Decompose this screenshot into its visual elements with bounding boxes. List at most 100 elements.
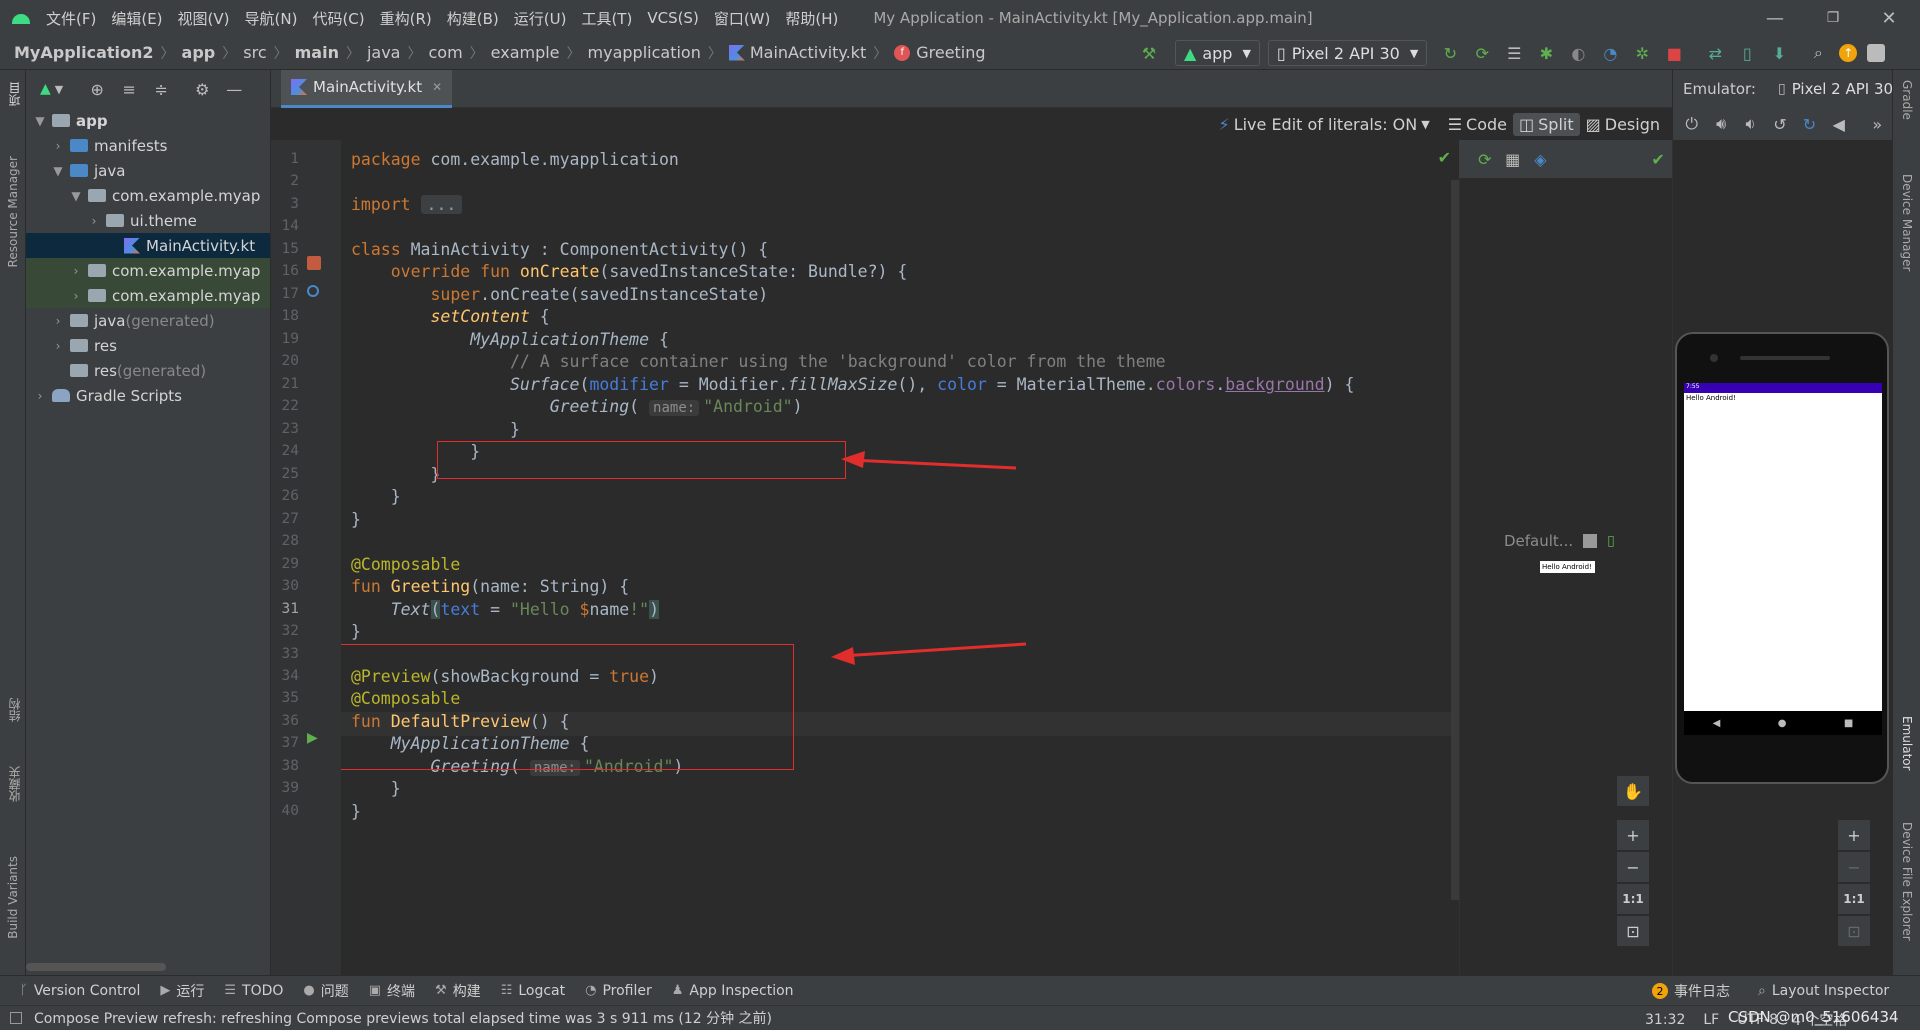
breadcrumb-project[interactable]: MyApplication2 (14, 43, 154, 62)
bottom-tool-tab[interactable]: ☰ TODO (224, 983, 283, 999)
tree-item[interactable]: ▼ app (26, 108, 270, 133)
menu-item[interactable]: 窗口(W) (714, 8, 771, 29)
bottom-tool-tab[interactable]: ◔ Profiler (585, 983, 652, 999)
emulator-zoom-actual-button[interactable]: 1:1 (1838, 884, 1870, 914)
emulator-screen[interactable]: Hello Android! (1684, 383, 1882, 711)
bottom-tool-tab[interactable]: ▣ 终端 (369, 981, 415, 1001)
run-list-icon[interactable]: ☰ (1503, 42, 1525, 64)
device-select[interactable]: ▯ Pixel 2 API 30 ▼ (1267, 40, 1428, 66)
horizontal-scrollbar[interactable] (26, 963, 166, 971)
chevron-right-icon[interactable]: › (50, 314, 66, 328)
tree-item[interactable]: › com.example.myap (26, 258, 270, 283)
menu-item[interactable]: 构建(B) (447, 8, 499, 29)
code-view-button[interactable]: ☰ Code (1448, 115, 1507, 134)
vertical-scrollbar[interactable] (1451, 180, 1459, 900)
sync-gradle-icon[interactable]: ⇄ (1704, 42, 1726, 64)
close-window-button[interactable]: ✕ (1866, 0, 1912, 36)
chevron-right-icon[interactable]: › (68, 289, 84, 303)
avatar[interactable] (1867, 44, 1886, 62)
tab-mainactivity[interactable]: MainActivity.kt ✕ (281, 69, 453, 108)
bottom-tool-tab[interactable]: ᚴ Version Control (20, 983, 140, 999)
power-icon[interactable]: ⏻ (1682, 113, 1701, 135)
coverage-icon[interactable]: ◐ (1567, 42, 1589, 64)
override-gutter-icon[interactable] (307, 285, 319, 297)
tree-item[interactable]: MainActivity.kt (26, 233, 270, 258)
refresh-icon[interactable]: ⟳ (1476, 148, 1494, 170)
nav-recents-icon[interactable]: ■ (1844, 718, 1853, 729)
breadcrumb-function[interactable]: Greeting (916, 43, 985, 62)
live-edit-toggle[interactable]: ⚡ Live Edit of literals: ON ▼ (1218, 115, 1429, 134)
bottom-tool-tab[interactable]: ☷ Logcat (501, 983, 565, 999)
locate-icon[interactable]: ⊕ (86, 78, 108, 100)
deploy-preview-icon[interactable]: ▯ (1607, 533, 1615, 549)
chevron-right-icon[interactable]: › (50, 139, 66, 153)
preview-render[interactable]: Hello Android! (1540, 561, 1595, 573)
device-manager-icon[interactable]: ▯ (1736, 42, 1758, 64)
apply-code-changes-icon[interactable]: ⟳ (1471, 42, 1493, 64)
emulator-zoom-out-button[interactable]: − (1838, 852, 1870, 882)
menu-item[interactable]: 重构(R) (380, 8, 432, 29)
device-manager-tab[interactable]: Device Manager (1900, 174, 1914, 271)
breadcrumb-example[interactable]: example (491, 43, 560, 62)
attach-debugger-icon[interactable]: ✲ (1631, 42, 1653, 64)
update-icon[interactable]: ↑ (1839, 44, 1858, 62)
tree-item[interactable]: › java (generated) (26, 308, 270, 333)
breadcrumb-src[interactable]: src (243, 43, 266, 62)
breadcrumb-package[interactable]: myapplication (588, 43, 701, 62)
hide-panel-icon[interactable]: — (223, 78, 245, 100)
android-view-icon[interactable]: ▲ (40, 81, 51, 97)
menu-item[interactable]: VCS(S) (647, 9, 698, 27)
device-file-explorer-tab[interactable]: Device File Explorer (1900, 822, 1914, 941)
breadcrumb-java[interactable]: java (367, 43, 401, 62)
stop-icon[interactable]: ■ (1663, 42, 1685, 64)
project-tool-tab[interactable]: 项目 (6, 82, 23, 106)
restore-button[interactable]: ❐ (1810, 0, 1856, 36)
tree-item[interactable]: › manifests (26, 133, 270, 158)
back-icon[interactable]: ◀ (1829, 113, 1848, 135)
menu-item[interactable]: 导航(N) (245, 8, 298, 29)
tree-item[interactable]: res (generated) (26, 358, 270, 383)
bottom-tool-tab[interactable]: ⚒ 构建 (435, 981, 481, 1001)
volume-up-icon[interactable]: 🔊︎ (1711, 113, 1730, 135)
chevron-down-icon[interactable]: ▼ (68, 189, 84, 203)
emulator-tab[interactable]: Emulator (1900, 716, 1914, 771)
tree-item[interactable]: › res (26, 333, 270, 358)
run-gutter-icon[interactable] (307, 256, 321, 270)
more-icon[interactable]: » (1868, 113, 1887, 135)
chevron-down-icon[interactable]: ▼ (55, 83, 63, 96)
preview-item[interactable]: Default... ▯ (1504, 532, 1615, 550)
breadcrumb-module[interactable]: app (182, 43, 216, 62)
breadcrumb-com[interactable]: com (428, 43, 462, 62)
chevron-right-icon[interactable]: › (32, 389, 48, 403)
profiler-icon[interactable]: ◔ (1599, 42, 1621, 64)
minimize-button[interactable]: — (1752, 0, 1798, 36)
bottom-tool-tab[interactable]: ♟ App Inspection (672, 983, 794, 999)
zoom-fit-icon[interactable]: ⊡ (1617, 916, 1649, 946)
debug-icon[interactable]: ✱ (1535, 42, 1557, 64)
cursor-position[interactable]: 31:32 (1645, 1012, 1685, 1028)
chevron-down-icon[interactable]: ▼ (32, 114, 48, 128)
menu-item[interactable]: 代码(C) (312, 8, 364, 29)
breadcrumb-main[interactable]: main (295, 43, 339, 62)
run-config-select[interactable]: ▲ app ▼ (1175, 40, 1260, 66)
menu-item[interactable]: 工具(T) (581, 8, 632, 29)
breadcrumb-file[interactable]: MainActivity.kt (750, 43, 866, 62)
emulator-zoom-fit-icon[interactable]: ⊡ (1838, 916, 1870, 946)
event-log-tab[interactable]: 事件日志 (1674, 981, 1730, 1001)
menu-item[interactable]: 视图(V) (178, 8, 230, 29)
volume-down-icon[interactable]: 🔉︎ (1741, 113, 1760, 135)
toggle-tool-windows-icon[interactable] (10, 1012, 22, 1024)
chevron-right-icon[interactable]: › (86, 214, 102, 228)
rotate-right-icon[interactable]: ↻ (1800, 113, 1819, 135)
tree-item[interactable]: › Gradle Scripts (26, 383, 270, 408)
bottom-tool-tab[interactable]: ● 问题 (303, 981, 348, 1001)
gradle-tab[interactable]: Gradle (1900, 80, 1914, 120)
bottom-tool-tab[interactable]: ▶ 运行 (160, 981, 204, 1001)
collapse-all-icon[interactable]: ≑ (150, 78, 172, 100)
split-view-button[interactable]: ◫ Split (1513, 112, 1580, 136)
nav-home-icon[interactable]: ● (1778, 718, 1787, 729)
layers-icon[interactable]: ◈ (1532, 148, 1550, 170)
status-message[interactable]: Compose Preview refresh: refreshing Comp… (34, 1008, 772, 1028)
preview-run-icon[interactable]: ▶ (307, 730, 318, 746)
tree-item[interactable]: › ui.theme (26, 208, 270, 233)
